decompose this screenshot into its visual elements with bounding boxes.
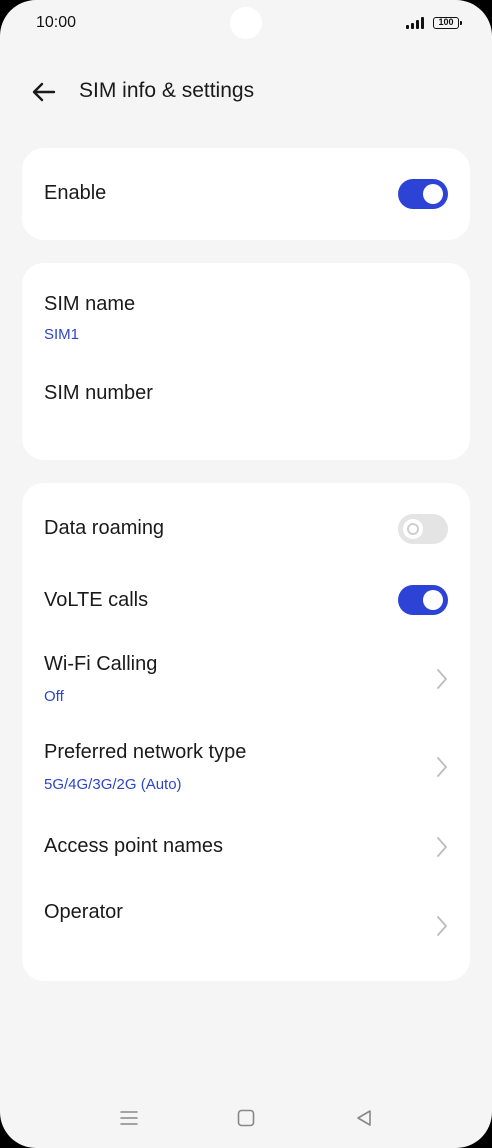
sim-number-label: SIM number [44, 382, 153, 404]
screen: 10:00 100 SIM info & settings Enable SIM… [0, 0, 492, 1148]
network-type-label: Preferred network type [44, 741, 247, 763]
back-arrow-icon[interactable] [28, 76, 60, 108]
chevron-right-icon [437, 669, 447, 689]
chevron-right-icon [437, 837, 447, 857]
chevron-right-icon [437, 757, 447, 777]
operator-row[interactable]: Operator [22, 887, 470, 967]
enable-toggle[interactable] [398, 179, 448, 209]
apn-row[interactable]: Access point names [22, 821, 470, 873]
navigation-bar [0, 1096, 492, 1140]
sim-name-value: SIM1 [44, 326, 80, 343]
apn-label: Access point names [44, 835, 223, 857]
wifi-calling-value: Off [44, 688, 64, 705]
sim-card: SIM name SIM1 SIM number [22, 263, 470, 460]
enable-card: Enable [22, 148, 470, 240]
chevron-right-icon [437, 916, 447, 936]
settings-card: Data roaming VoLTE calls Wi-Fi Calling O… [22, 483, 470, 981]
menu-icon[interactable] [117, 1106, 141, 1130]
operator-label: Operator [44, 901, 123, 923]
camera-cutout [230, 7, 262, 39]
volte-row[interactable]: VoLTE calls [22, 575, 470, 627]
volte-toggle[interactable] [398, 585, 448, 615]
data-roaming-label: Data roaming [44, 517, 165, 539]
data-roaming-row[interactable]: Data roaming [22, 483, 470, 575]
battery-icon: 100 [433, 17, 462, 29]
status-bar: 10:00 100 [0, 0, 492, 48]
sim-name-label: SIM name [44, 293, 136, 315]
enable-row[interactable]: Enable [22, 148, 470, 240]
enable-label: Enable [44, 182, 107, 204]
sim-name-row[interactable]: SIM name SIM1 [22, 263, 470, 353]
back-triangle-icon[interactable] [352, 1106, 376, 1130]
sim-number-row[interactable]: SIM number [22, 353, 470, 433]
network-type-row[interactable]: Preferred network type 5G/4G/3G/2G (Auto… [22, 731, 470, 811]
wifi-calling-row[interactable]: Wi-Fi Calling Off [22, 643, 470, 723]
battery-level: 100 [438, 17, 454, 27]
signal-icon [406, 17, 428, 29]
volte-label: VoLTE calls [44, 589, 149, 611]
data-roaming-toggle[interactable] [398, 514, 448, 544]
wifi-calling-label: Wi-Fi Calling [44, 653, 158, 675]
home-icon[interactable] [234, 1106, 258, 1130]
page-title: SIM info & settings [79, 79, 255, 102]
network-type-value: 5G/4G/3G/2G (Auto) [44, 776, 182, 793]
status-time: 10:00 [36, 14, 77, 31]
